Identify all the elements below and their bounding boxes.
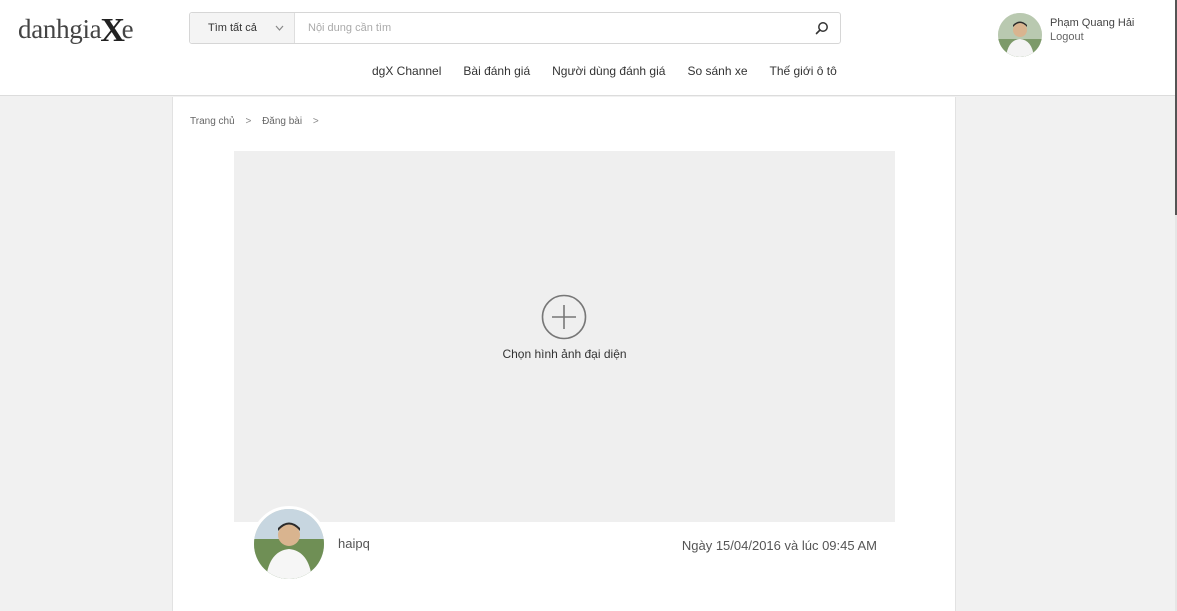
header: danhgiaXe Tìm tất cả dgX Channel Bài đán… bbox=[0, 0, 1175, 96]
breadcrumb-item-post[interactable]: Đăng bài bbox=[262, 116, 302, 127]
user-name[interactable]: Phạm Quang Hải bbox=[1050, 17, 1134, 29]
author-name: haipq bbox=[338, 536, 370, 551]
search-scope-label: Tìm tất cả bbox=[208, 22, 257, 34]
search-scope-select[interactable]: Tìm tất cả bbox=[190, 13, 295, 43]
nav-item-dgx-channel[interactable]: dgX Channel bbox=[372, 63, 441, 79]
post-editor: Trang chủ > Đăng bài > Chọn hình ảnh đại… bbox=[172, 97, 956, 611]
cover-image-picker[interactable]: Chọn hình ảnh đại diện bbox=[234, 151, 895, 522]
nav-item-compare[interactable]: So sánh xe bbox=[687, 63, 747, 79]
nav-item-car-world[interactable]: Thế giới ô tô bbox=[770, 63, 837, 79]
search-icon[interactable] bbox=[814, 20, 830, 36]
logo-text: danhgia bbox=[18, 14, 102, 44]
main-nav: dgX Channel Bài đánh giá Người dùng đánh… bbox=[372, 63, 859, 79]
site-logo[interactable]: danhgiaXe bbox=[18, 9, 134, 49]
nav-item-user-reviews[interactable]: Người dùng đánh giá bbox=[552, 63, 665, 79]
breadcrumb-item-home[interactable]: Trang chủ bbox=[190, 116, 235, 127]
add-circle-icon[interactable] bbox=[541, 294, 587, 340]
chevron-down-icon bbox=[275, 13, 284, 56]
breadcrumb-separator: > bbox=[312, 116, 319, 127]
author-avatar bbox=[251, 506, 327, 582]
user-avatar[interactable] bbox=[998, 13, 1042, 57]
search-input[interactable] bbox=[296, 13, 796, 43]
breadcrumb: Trang chủ > Đăng bài > bbox=[190, 116, 327, 127]
cover-image-label: Chọn hình ảnh đại diện bbox=[502, 347, 627, 361]
nav-item-reviews[interactable]: Bài đánh giá bbox=[463, 63, 530, 79]
logo-x: X bbox=[100, 12, 125, 49]
logout-link[interactable]: Logout bbox=[1050, 31, 1084, 43]
breadcrumb-separator: > bbox=[245, 116, 252, 127]
post-date: Ngày 15/04/2016 và lúc 09:45 AM bbox=[681, 538, 877, 553]
search-bar: Tìm tất cả bbox=[189, 12, 841, 44]
